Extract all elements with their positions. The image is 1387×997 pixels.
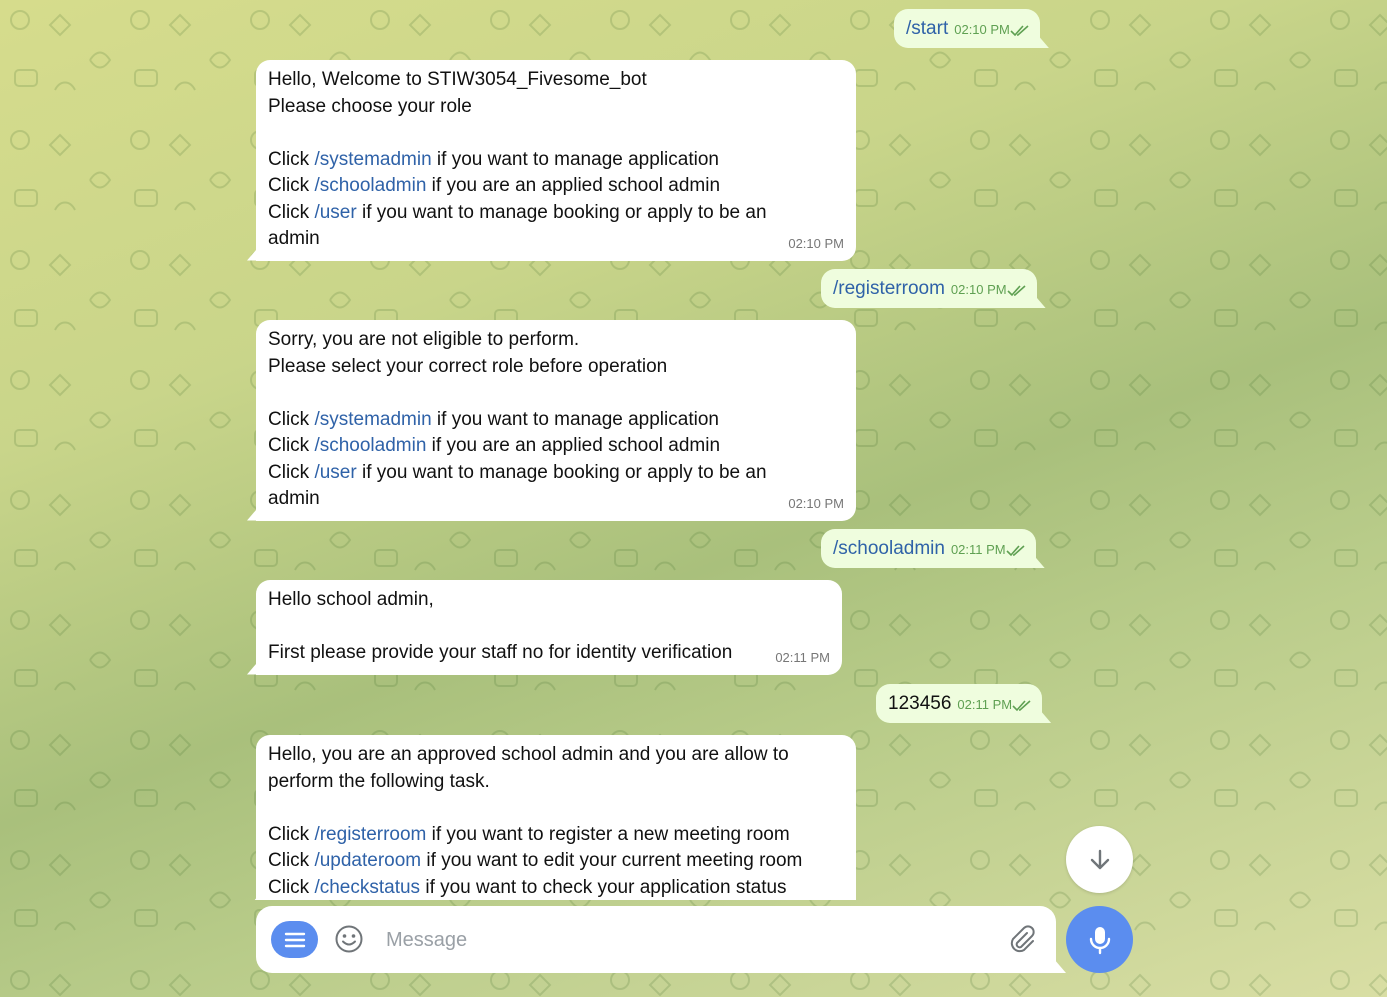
- bot-command-link[interactable]: /systemadmin: [314, 409, 431, 430]
- message-text: perform the following task.: [268, 770, 490, 792]
- message-line: First please provide your staff no for i…: [268, 640, 830, 667]
- message-line: Click /updateroom if you want to edit yo…: [268, 848, 844, 875]
- bot-command-link[interactable]: /systemadmin: [314, 149, 431, 170]
- message-text: Click: [268, 148, 315, 170]
- message-line: Click /systemadmin if you want to manage…: [268, 147, 844, 174]
- outgoing-message: /schooladmin 02:11 PM: [821, 529, 1036, 568]
- message-text: Hello, Welcome to STIW3054_Fivesome_bot: [268, 69, 647, 90]
- smile-icon[interactable]: [334, 924, 364, 954]
- message-line: Click /systemadmin if you want to manage…: [268, 407, 844, 434]
- bot-command-link[interactable]: /checkstatus: [314, 877, 420, 898]
- message-line: admin 02:10 PM: [268, 226, 844, 253]
- bot-command-link[interactable]: /user: [314, 202, 356, 223]
- message-text: Please select your correct role before o…: [268, 355, 668, 377]
- message-text: if you want to check your application st…: [420, 876, 787, 898]
- message-text: Please choose your role: [268, 95, 472, 117]
- read-check-icon: [1006, 545, 1025, 557]
- bot-command-link[interactable]: /user: [314, 462, 356, 483]
- message-line: Click /user if you want to manage bookin…: [268, 200, 844, 227]
- message-text: Click: [268, 175, 315, 196]
- outgoing-message: /registerroom 02:10 PM: [821, 269, 1037, 308]
- message-text: if you want to manage booking or apply t…: [356, 201, 767, 223]
- chat-history[interactable]: /start 02:10 PM Hello, Welcome to STIW305…: [0, 0, 1387, 900]
- read-check-icon: [1007, 285, 1026, 297]
- message-text: Click: [268, 201, 315, 223]
- message-time: 02:10 PM: [954, 22, 1010, 37]
- message-time: 02:10 PM: [788, 236, 844, 251]
- message-time: 02:11 PM: [957, 697, 1013, 712]
- message-text: Click: [268, 850, 315, 871]
- bot-command-link[interactable]: /schooladmin: [314, 175, 426, 196]
- incoming-message: Hello, you are an approved school admin …: [256, 735, 856, 900]
- message-text: /start: [906, 18, 949, 39]
- message-line: [268, 614, 830, 641]
- message-text: if you are an applied school admin: [426, 175, 721, 196]
- message-text: Click: [268, 876, 315, 898]
- message-line: Click /schooladmin if you are an applied…: [268, 433, 844, 460]
- message-line: Sorry, you are not eligible to perform.: [268, 327, 844, 354]
- message-time: 02:10 PM: [950, 282, 1007, 297]
- message-text: /schooladmin: [833, 538, 945, 559]
- message-text: /registerroom: [833, 278, 945, 299]
- message-text: Click: [268, 823, 315, 845]
- message-text: if you want to register a new meeting ro…: [426, 823, 790, 845]
- arrow-down-icon: [1090, 849, 1109, 869]
- message-time: 02:11 PM: [950, 542, 1006, 557]
- message-line: [268, 380, 844, 407]
- message-line: Click /checkstatus if you want to check …: [268, 875, 844, 901]
- menu-icon: [284, 932, 305, 947]
- scroll-down-button[interactable]: [1066, 826, 1133, 893]
- message-input[interactable]: [384, 924, 988, 956]
- message-line: Hello, Welcome to STIW3054_Fivesome_bot: [268, 67, 844, 94]
- message-text: Click: [268, 461, 315, 483]
- message-text: Hello school admin,: [268, 589, 434, 610]
- message-text: if you want to manage application: [431, 408, 719, 430]
- message-text: Sorry, you are not eligible to perform.: [268, 329, 580, 350]
- message-line: Please choose your role: [268, 94, 844, 121]
- read-check-icon: [1012, 700, 1031, 712]
- message-line: Click /registerroom if you want to regis…: [268, 822, 844, 849]
- message-line: [268, 795, 844, 822]
- outgoing-message: /start 02:10 PM: [894, 9, 1040, 48]
- message-text: if you want to edit your current meeting…: [421, 850, 803, 871]
- outgoing-message: 123456 02:11 PM: [876, 684, 1043, 723]
- bot-menu-button[interactable]: [271, 921, 318, 958]
- microphone-button[interactable]: [1066, 906, 1133, 973]
- bot-command-link[interactable]: /registerroom: [314, 824, 426, 845]
- message-text: if you want to manage booking or apply t…: [356, 461, 767, 483]
- incoming-message: Hello, Welcome to STIW3054_Fivesome_bot P…: [256, 60, 856, 261]
- message-line: perform the following task.: [268, 769, 844, 796]
- message-time: 02:10 PM: [788, 496, 844, 511]
- message-text: admin: [268, 228, 320, 249]
- message-text: if you want to manage application: [431, 148, 719, 170]
- message-line: Please select your correct role before o…: [268, 354, 844, 381]
- message-line: Click /user if you want to manage bookin…: [268, 460, 844, 487]
- message-line: Click /schooladmin if you are an applied…: [268, 173, 844, 200]
- bot-command-link[interactable]: /schooladmin: [314, 435, 426, 456]
- read-check-icon: [1010, 25, 1029, 37]
- bot-command-link[interactable]: /updateroom: [314, 850, 421, 871]
- incoming-message: Sorry, you are not eligible to perform. P…: [256, 320, 856, 521]
- message-line: [268, 120, 844, 147]
- message-text: if you are an applied school admin: [426, 435, 721, 456]
- message-text: First please provide your staff no for i…: [268, 642, 733, 663]
- message-line: Hello school admin,: [268, 587, 830, 614]
- message-line: Hello, you are an approved school admin …: [268, 742, 844, 769]
- message-time: 02:11 PM: [775, 650, 830, 665]
- message-text: admin: [268, 488, 320, 509]
- incoming-message: Hello school admin, First please provide …: [256, 580, 842, 675]
- message-text: Hello, you are an approved school admin …: [268, 744, 789, 765]
- message-text: Click: [268, 435, 315, 456]
- message-composer: [256, 906, 1056, 973]
- message-text: 123456: [888, 693, 952, 714]
- message-text: Click: [268, 408, 315, 430]
- microphone-icon: [1089, 926, 1110, 954]
- paperclip-icon[interactable]: [1006, 924, 1036, 954]
- message-line: admin 02:10 PM: [268, 486, 844, 513]
